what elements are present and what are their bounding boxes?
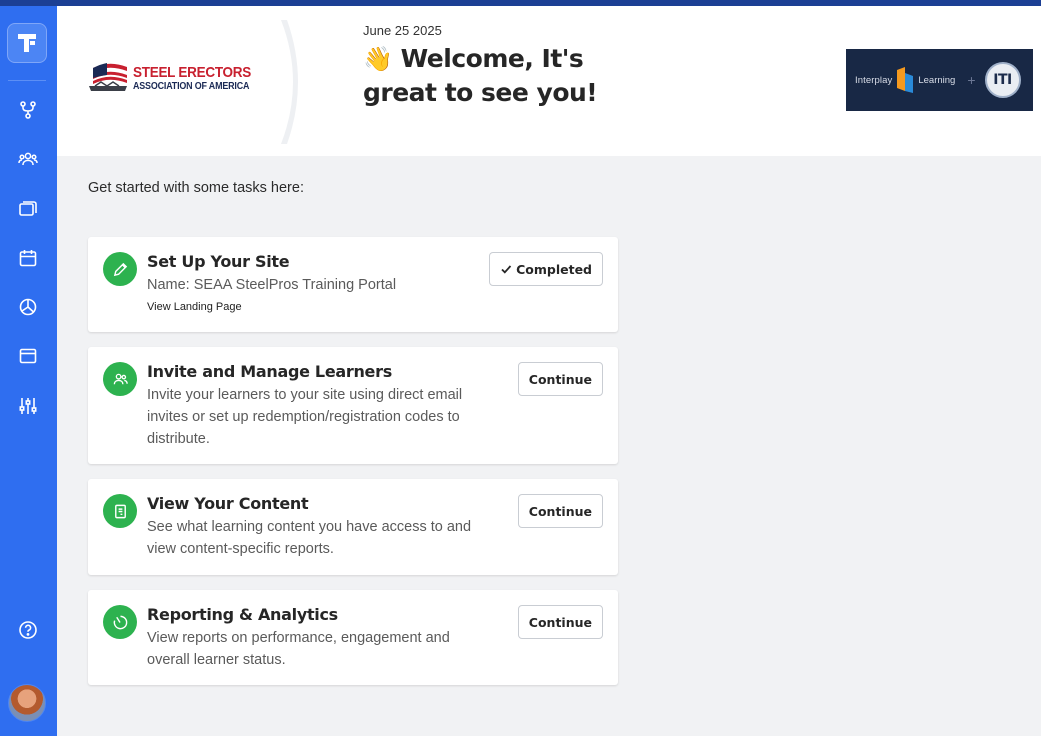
sidebar-item-settings[interactable] — [16, 394, 40, 418]
waving-hand-icon: 👋 — [363, 45, 393, 73]
task-description: Name: SEAA SteelPros Training Portal — [147, 277, 397, 293]
calendar-icon — [19, 250, 37, 267]
task-icon-badge — [103, 605, 137, 639]
user-avatar[interactable] — [8, 684, 46, 722]
task-icon-badge — [103, 252, 137, 286]
sliders-icon — [19, 398, 37, 414]
task-title: Reporting & Analytics — [147, 605, 338, 624]
completed-button[interactable]: Completed — [489, 252, 603, 286]
task-card-reporting-analytics: Reporting & Analytics View reports on pe… — [88, 590, 618, 685]
task-card-setup-site: Set Up Your Site Name: SEAA SteelPros Tr… — [88, 237, 618, 332]
continue-button-label: Continue — [528, 371, 592, 387]
app-logo-button[interactable] — [7, 23, 47, 63]
task-icon-badge — [103, 362, 137, 396]
divider-chevron — [281, 20, 298, 144]
welcome-header: STEEL ERECTORS ASSOCIATION OF AMERICA Ju… — [57, 6, 1041, 156]
sidebar-item-site[interactable] — [16, 344, 40, 368]
analytics-icon — [113, 615, 127, 629]
view-landing-page-link[interactable]: View Landing Page — [147, 301, 242, 313]
sidebar — [0, 6, 57, 736]
task-title: Invite and Manage Learners — [147, 362, 392, 381]
completed-button-label: Completed — [516, 261, 592, 277]
layers-icon — [19, 201, 37, 216]
task-icon-badge — [103, 494, 137, 528]
continue-button[interactable]: Continue — [517, 362, 603, 396]
task-title: Set Up Your Site — [147, 252, 290, 271]
sidebar-item-calendar[interactable] — [16, 246, 40, 270]
task-title: View Your Content — [147, 494, 309, 513]
tasks-intro: Get started with some tasks here: — [88, 180, 304, 196]
org-logo-line2: ASSOCIATION OF AMERICA — [133, 80, 250, 92]
org-logo-line1: STEEL ERECTORS — [133, 64, 251, 81]
current-date: June 25 2025 — [363, 23, 442, 38]
task-card-invite-learners: Invite and Manage Learners Invite your l… — [88, 347, 618, 464]
partner-logo-learning: Learning — [918, 74, 956, 86]
welcome-heading: 👋 Welcome, It's great to see you! — [363, 42, 603, 109]
partner-logo-iti: ITI — [984, 62, 1021, 98]
partner-logo-interplay: Interplay — [855, 74, 893, 86]
continue-button-label: Continue — [528, 614, 592, 630]
sidebar-item-analytics[interactable] — [16, 295, 40, 319]
browser-window-icon — [19, 348, 37, 364]
pencil-icon — [113, 262, 127, 276]
sidebar-item-content[interactable] — [16, 196, 40, 220]
welcome-text: Welcome, It's great to see you! — [363, 44, 598, 107]
partner-logo-plus: + — [967, 72, 976, 88]
sidebar-item-learners[interactable] — [16, 147, 40, 171]
document-icon — [114, 504, 126, 518]
continue-button[interactable]: Continue — [517, 494, 603, 528]
sidebar-item-help[interactable] — [16, 618, 40, 642]
continue-button-label: Continue — [528, 503, 592, 519]
task-card-view-content: View Your Content See what learning cont… — [88, 479, 618, 575]
partner-logo: Interplay Learning + ITI — [846, 49, 1033, 111]
sidebar-item-pathways[interactable] — [16, 98, 40, 122]
sidebar-divider — [8, 80, 46, 81]
help-circle-icon — [19, 621, 37, 639]
app-logo-icon — [18, 34, 36, 52]
users-icon — [18, 152, 38, 166]
users-icon — [113, 373, 128, 384]
org-logo: STEEL ERECTORS ASSOCIATION OF AMERICA — [87, 58, 257, 104]
continue-button[interactable]: Continue — [517, 605, 603, 639]
checkmark-icon — [501, 265, 512, 274]
pie-chart-icon — [19, 298, 37, 316]
task-description: View reports on performance, engagement … — [147, 630, 450, 668]
flag-emblem-icon — [89, 63, 127, 91]
task-description: Invite your learners to your site using … — [147, 387, 463, 447]
interplay-mark-icon — [896, 67, 914, 93]
branch-icon — [20, 101, 36, 119]
task-description: See what learning content you have acces… — [147, 519, 472, 557]
